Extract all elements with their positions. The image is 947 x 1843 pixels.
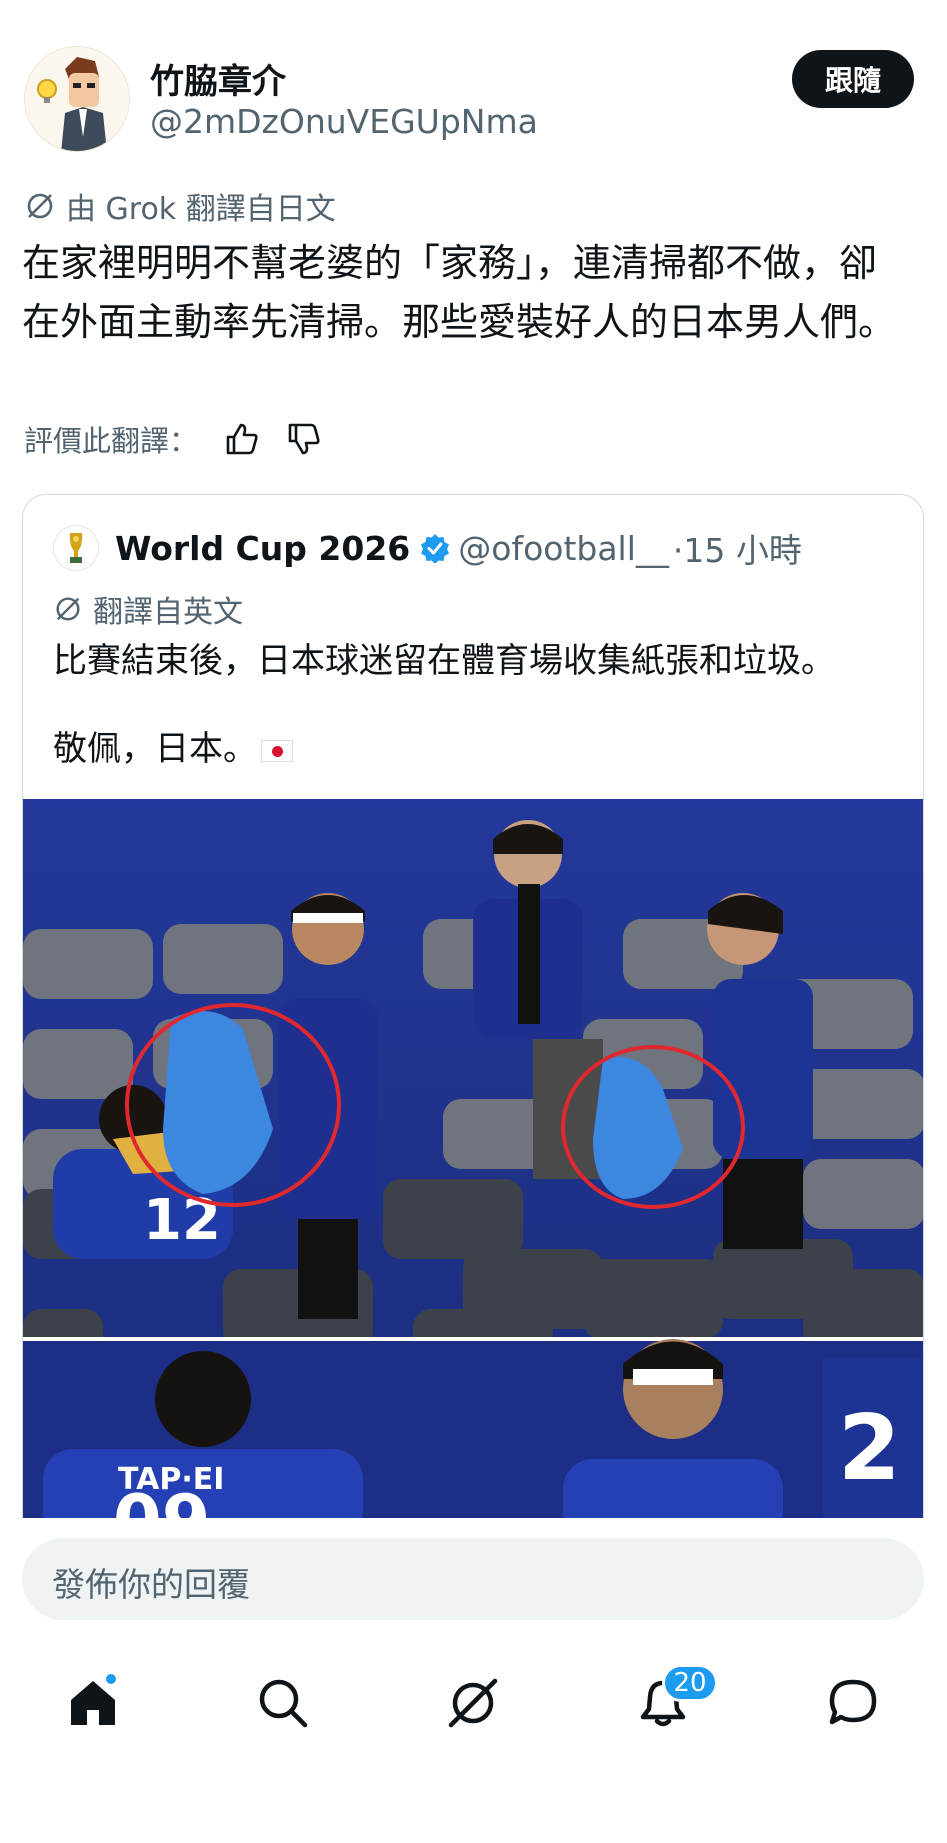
thumbs-down-button[interactable]: [286, 421, 322, 457]
search-icon: [259, 1679, 308, 1728]
thumbs-up-button[interactable]: [224, 421, 260, 457]
author-name[interactable]: 竹脇章介: [150, 54, 286, 103]
quoted-translation-note: 翻譯自英文: [53, 587, 243, 631]
quoted-post-header: World Cup 2026 @ofootball__ ·15 小時: [53, 525, 802, 571]
grok-icon: [56, 597, 80, 621]
post-text: 在家裡明明不幫老婆的「家務」，連清掃都不做，卻在外面主動率先清掃。那些愛裝好人的…: [22, 241, 897, 344]
nav-home[interactable]: [58, 1668, 128, 1738]
japan-flag-icon: [261, 739, 293, 762]
quoted-text-line1: 比賽結束後，日本球迷留在體育場收集紙張和垃圾。: [53, 641, 835, 681]
trophy-icon: [69, 533, 83, 563]
quoted-translation-text: 翻譯自英文: [93, 595, 243, 630]
reply-area: 發佈你的回覆: [0, 1518, 947, 1648]
translation-note: 由 Grok 翻譯自日文: [24, 184, 336, 228]
quoted-time: ·15 小時: [672, 531, 802, 570]
quoted-text-line2: 敬佩，日本。: [53, 721, 293, 777]
quoted-name[interactable]: World Cup 2026: [115, 529, 410, 568]
thumbs-down-icon: [288, 423, 320, 455]
post-header: 竹脇章介 @2mDzOnuVEGUpNma 跟隨: [24, 46, 924, 156]
notifications-badge: 20: [662, 1664, 718, 1702]
quoted-photo[interactable]: 12 TAP·EI 09 2: [23, 799, 923, 1543]
home-notification-dot: [104, 1672, 118, 1686]
reply-placeholder: 發佈你的回覆: [52, 1565, 250, 1604]
rate-label: 評價此翻譯：: [24, 424, 199, 458]
nav-notifications[interactable]: 20: [628, 1664, 718, 1738]
verified-icon: [420, 533, 450, 563]
author-avatar[interactable]: [24, 46, 130, 152]
translation-note-text: 由 Grok 翻譯自日文: [66, 192, 336, 227]
follow-button[interactable]: 跟隨: [792, 50, 914, 108]
nav-messages[interactable]: [818, 1668, 888, 1738]
thumbs-up-icon: [226, 423, 258, 455]
reply-input[interactable]: 發佈你的回覆: [22, 1538, 924, 1620]
rate-translation-row: 評價此翻譯：: [24, 418, 322, 460]
quoted-text-line2-text: 敬佩，日本。: [53, 729, 257, 769]
svg-text:2: 2: [838, 1396, 901, 1501]
quoted-post[interactable]: World Cup 2026 @ofootball__ ·15 小時 翻譯自英文…: [22, 494, 924, 1544]
author-handle[interactable]: @2mDzOnuVEGUpNma: [150, 102, 538, 141]
bottom-nav: 20: [0, 1640, 947, 1760]
quoted-handle[interactable]: @ofootball__: [458, 529, 669, 568]
chat-icon: [829, 1679, 877, 1725]
quoted-avatar[interactable]: [53, 525, 99, 571]
grok-nav-icon: [448, 1678, 498, 1728]
grok-icon: [27, 193, 53, 219]
nav-search[interactable]: [248, 1668, 318, 1738]
svg-text:12: 12: [143, 1188, 221, 1253]
nav-grok[interactable]: [438, 1668, 508, 1738]
